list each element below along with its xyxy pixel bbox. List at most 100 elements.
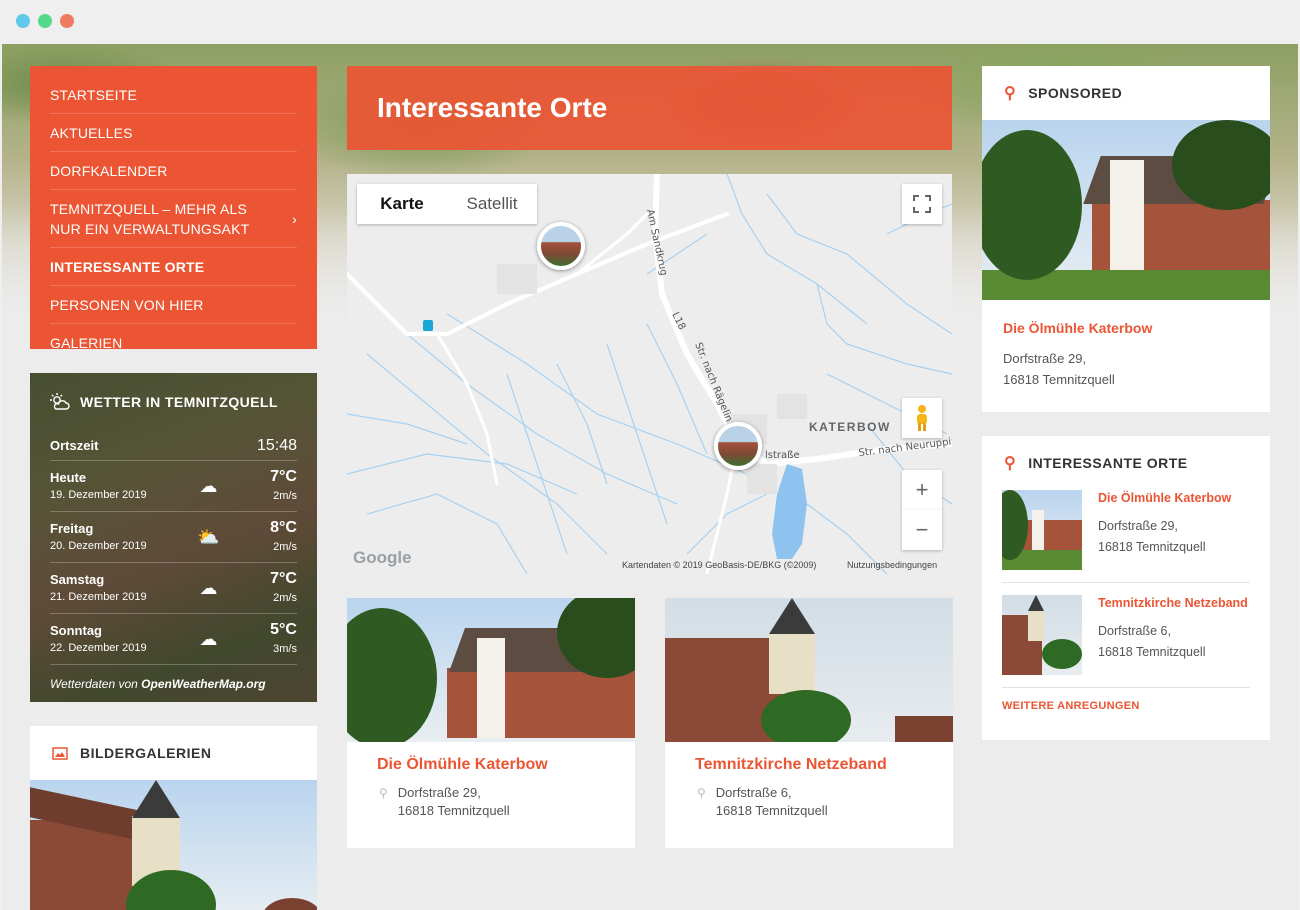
place-card[interactable]: Temnitzkirche Netzeband ⚲ Dorfstraße 6, 1… xyxy=(665,598,953,848)
weather-title: WETTER IN TEMNITZQUELL xyxy=(50,373,297,431)
address-street: Dorfstraße 29, xyxy=(397,785,481,800)
road-label-strasse: lstraße xyxy=(765,450,800,461)
address-city: 16818 Temnitzquell xyxy=(1003,372,1115,387)
map-place-label: KATERBOW xyxy=(809,420,891,434)
weather-wind: 2m/s xyxy=(273,592,297,604)
weather-credit-prefix: Wetterdaten von xyxy=(50,677,142,691)
weather-temp: 7°C xyxy=(270,570,297,587)
weather-day-row: Sonntag 22. Dezember 2019 ☁ 5°C 3m/s xyxy=(50,614,297,665)
window-maximize-dot[interactable] xyxy=(60,14,74,28)
place-card[interactable]: Die Ölmühle Katerbow ⚲ Dorfstraße 29, 168… xyxy=(347,598,635,848)
place-card-address: ⚲ Dorfstraße 6, 16818 Temnitzquell xyxy=(665,784,953,820)
address-city: 16818 Temnitzquell xyxy=(397,803,510,818)
chevron-right-icon[interactable]: › xyxy=(292,211,297,227)
weather-day-name: Sonntag xyxy=(50,622,102,638)
cloud-icon: ☁ xyxy=(199,577,218,598)
menu-item-startseite[interactable]: STARTSEITE xyxy=(50,76,297,114)
map-type-tabs: Karte Satellit xyxy=(357,184,537,224)
map-attribution: Kartendaten © 2019 GeoBasis-DE/BKG (©200… xyxy=(622,560,817,570)
sponsored-widget: ⚲ SPONSORED Die Ölmühle Katerbow Dorfstr… xyxy=(982,66,1270,412)
menu-item-aktuelles[interactable]: AKTUELLES xyxy=(50,114,297,152)
menu-item-personen[interactable]: PERSONEN VON HIER xyxy=(50,286,297,324)
map-tab-satellit[interactable]: Satellit xyxy=(447,184,537,224)
local-time-value: 15:48 xyxy=(256,436,297,454)
weather-day-name: Heute xyxy=(50,469,87,485)
place-address: Dorfstraße 6, 16818 Temnitzquell xyxy=(1098,621,1248,663)
weather-day-row: Heute 19. Dezember 2019 ☁ 7°C 2m/s xyxy=(50,461,297,512)
weather-day-date: 22. Dezember 2019 xyxy=(50,641,147,654)
place-card-image[interactable] xyxy=(347,598,635,742)
menu-item-interessante-orte[interactable]: INTERESSANTE ORTE xyxy=(50,248,297,286)
weather-day-date: 21. Dezember 2019 xyxy=(50,590,147,603)
location-pin-icon: ⚲ xyxy=(1004,85,1017,102)
place-card-title[interactable]: Die Ölmühle Katerbow xyxy=(347,742,635,784)
menu-item-temnitzquell[interactable]: TEMNITZQUELL – MEHR ALS NUR EIN VERWALTU… xyxy=(50,190,297,248)
sponsored-address: Dorfstraße 29, 16818 Temnitzquell xyxy=(982,348,1270,390)
sun-cloud-icon xyxy=(50,393,70,410)
cloud-icon: ☁ xyxy=(199,475,218,496)
zoom-out-button[interactable]: − xyxy=(902,510,942,550)
menu-item-dorfkalender[interactable]: DORFKALENDER xyxy=(50,152,297,190)
window-minimize-dot[interactable] xyxy=(38,14,52,28)
map-tab-karte[interactable]: Karte xyxy=(357,184,447,224)
place-thumbnail[interactable] xyxy=(1002,490,1082,570)
list-item[interactable]: Temnitzkirche Netzeband Dorfstraße 6, 168… xyxy=(1002,583,1250,688)
street-view-pegman-icon[interactable] xyxy=(902,398,942,438)
address-street: Dorfstraße 29, xyxy=(1098,519,1178,533)
weather-day-date: 19. Dezember 2019 xyxy=(50,488,147,501)
menu-item-galerien[interactable]: GALERIEN xyxy=(50,324,297,361)
bus-stop-icon[interactable] xyxy=(423,320,433,331)
location-pin-icon: ⚲ xyxy=(697,786,706,800)
place-card-title[interactable]: Temnitzkirche Netzeband xyxy=(665,742,953,784)
place-thumbnail[interactable] xyxy=(1002,595,1082,675)
map-canvas[interactable]: Am Sandkrug L18 Str. nach Rägelin Str. n… xyxy=(347,174,952,574)
gallery-heading: BILDERGALERIEN xyxy=(30,726,317,780)
address-street: Dorfstraße 6, xyxy=(715,785,792,800)
gallery-title: BILDERGALERIEN xyxy=(80,745,212,761)
map-widget[interactable]: Am Sandkrug L18 Str. nach Rägelin Str. n… xyxy=(347,174,952,574)
weather-credit: Wetterdaten von OpenWeatherMap.org xyxy=(50,665,297,691)
weather-wind: 2m/s xyxy=(273,490,297,502)
place-card-image[interactable] xyxy=(665,598,953,742)
list-item[interactable]: Die Ölmühle Katerbow Dorfstraße 29, 16818… xyxy=(1002,490,1250,583)
sponsored-place-title[interactable]: Die Ölmühle Katerbow xyxy=(982,300,1270,348)
weather-temp: 8°C xyxy=(270,519,297,536)
menu-item-label: PERSONEN VON HIER xyxy=(50,297,204,313)
weather-temp: 5°C xyxy=(270,621,297,638)
weather-local-time-row: Ortszeit 15:48 xyxy=(50,431,297,461)
local-time-label: Ortszeit xyxy=(50,438,99,453)
address-street: Dorfstraße 6, xyxy=(1098,624,1171,638)
weather-day-date: 20. Dezember 2019 xyxy=(50,539,147,552)
weather-day-row: Samstag 21. Dezember 2019 ☁ 7°C 2m/s xyxy=(50,563,297,614)
address-street: Dorfstraße 29, xyxy=(1003,351,1087,366)
sun-cloud-icon: ⛅ xyxy=(197,526,220,547)
gallery-church-image[interactable] xyxy=(30,780,317,910)
main-menu: STARTSEITE AKTUELLES DORFKALENDER TEMNIT… xyxy=(30,66,317,351)
weather-day-name: Samstag xyxy=(50,571,105,587)
address-city: 16818 Temnitzquell xyxy=(1098,645,1206,659)
sponsored-image[interactable] xyxy=(982,120,1270,300)
weather-title-text: WETTER IN TEMNITZQUELL xyxy=(80,394,278,410)
gallery-widget: BILDERGALERIEN xyxy=(30,726,317,910)
place-title[interactable]: Die Ölmühle Katerbow xyxy=(1098,490,1231,506)
fullscreen-icon[interactable] xyxy=(902,184,942,224)
page-title: Interessante Orte xyxy=(377,92,608,123)
map-marker-church[interactable] xyxy=(537,222,585,270)
weather-day-row: Freitag 20. Dezember 2019 ⛅ 8°C 2m/s xyxy=(50,512,297,563)
weather-credit-link[interactable]: OpenWeatherMap.org xyxy=(141,677,265,691)
menu-item-label: STARTSEITE xyxy=(50,87,138,103)
image-icon xyxy=(52,746,68,760)
menu-item-label: AKTUELLES xyxy=(50,125,133,141)
zoom-in-button[interactable]: + xyxy=(902,470,942,510)
address-city: 16818 Temnitzquell xyxy=(1098,540,1206,554)
weather-temp: 7°C xyxy=(270,468,297,485)
window-close-dot[interactable] xyxy=(16,14,30,28)
map-marker-oelmuehle[interactable] xyxy=(714,422,762,470)
more-suggestions-link[interactable]: WEITERE ANREGUNGEN xyxy=(982,688,1270,724)
places-title: INTERESSANTE ORTE xyxy=(1028,455,1188,471)
window-titlebar xyxy=(0,0,1300,44)
place-title[interactable]: Temnitzkirche Netzeband xyxy=(1098,595,1248,611)
address-city: 16818 Temnitzquell xyxy=(715,803,828,818)
map-terms-link[interactable]: Nutzungsbedingungen xyxy=(847,560,937,570)
page: STARTSEITE AKTUELLES DORFKALENDER TEMNIT… xyxy=(2,44,1298,910)
